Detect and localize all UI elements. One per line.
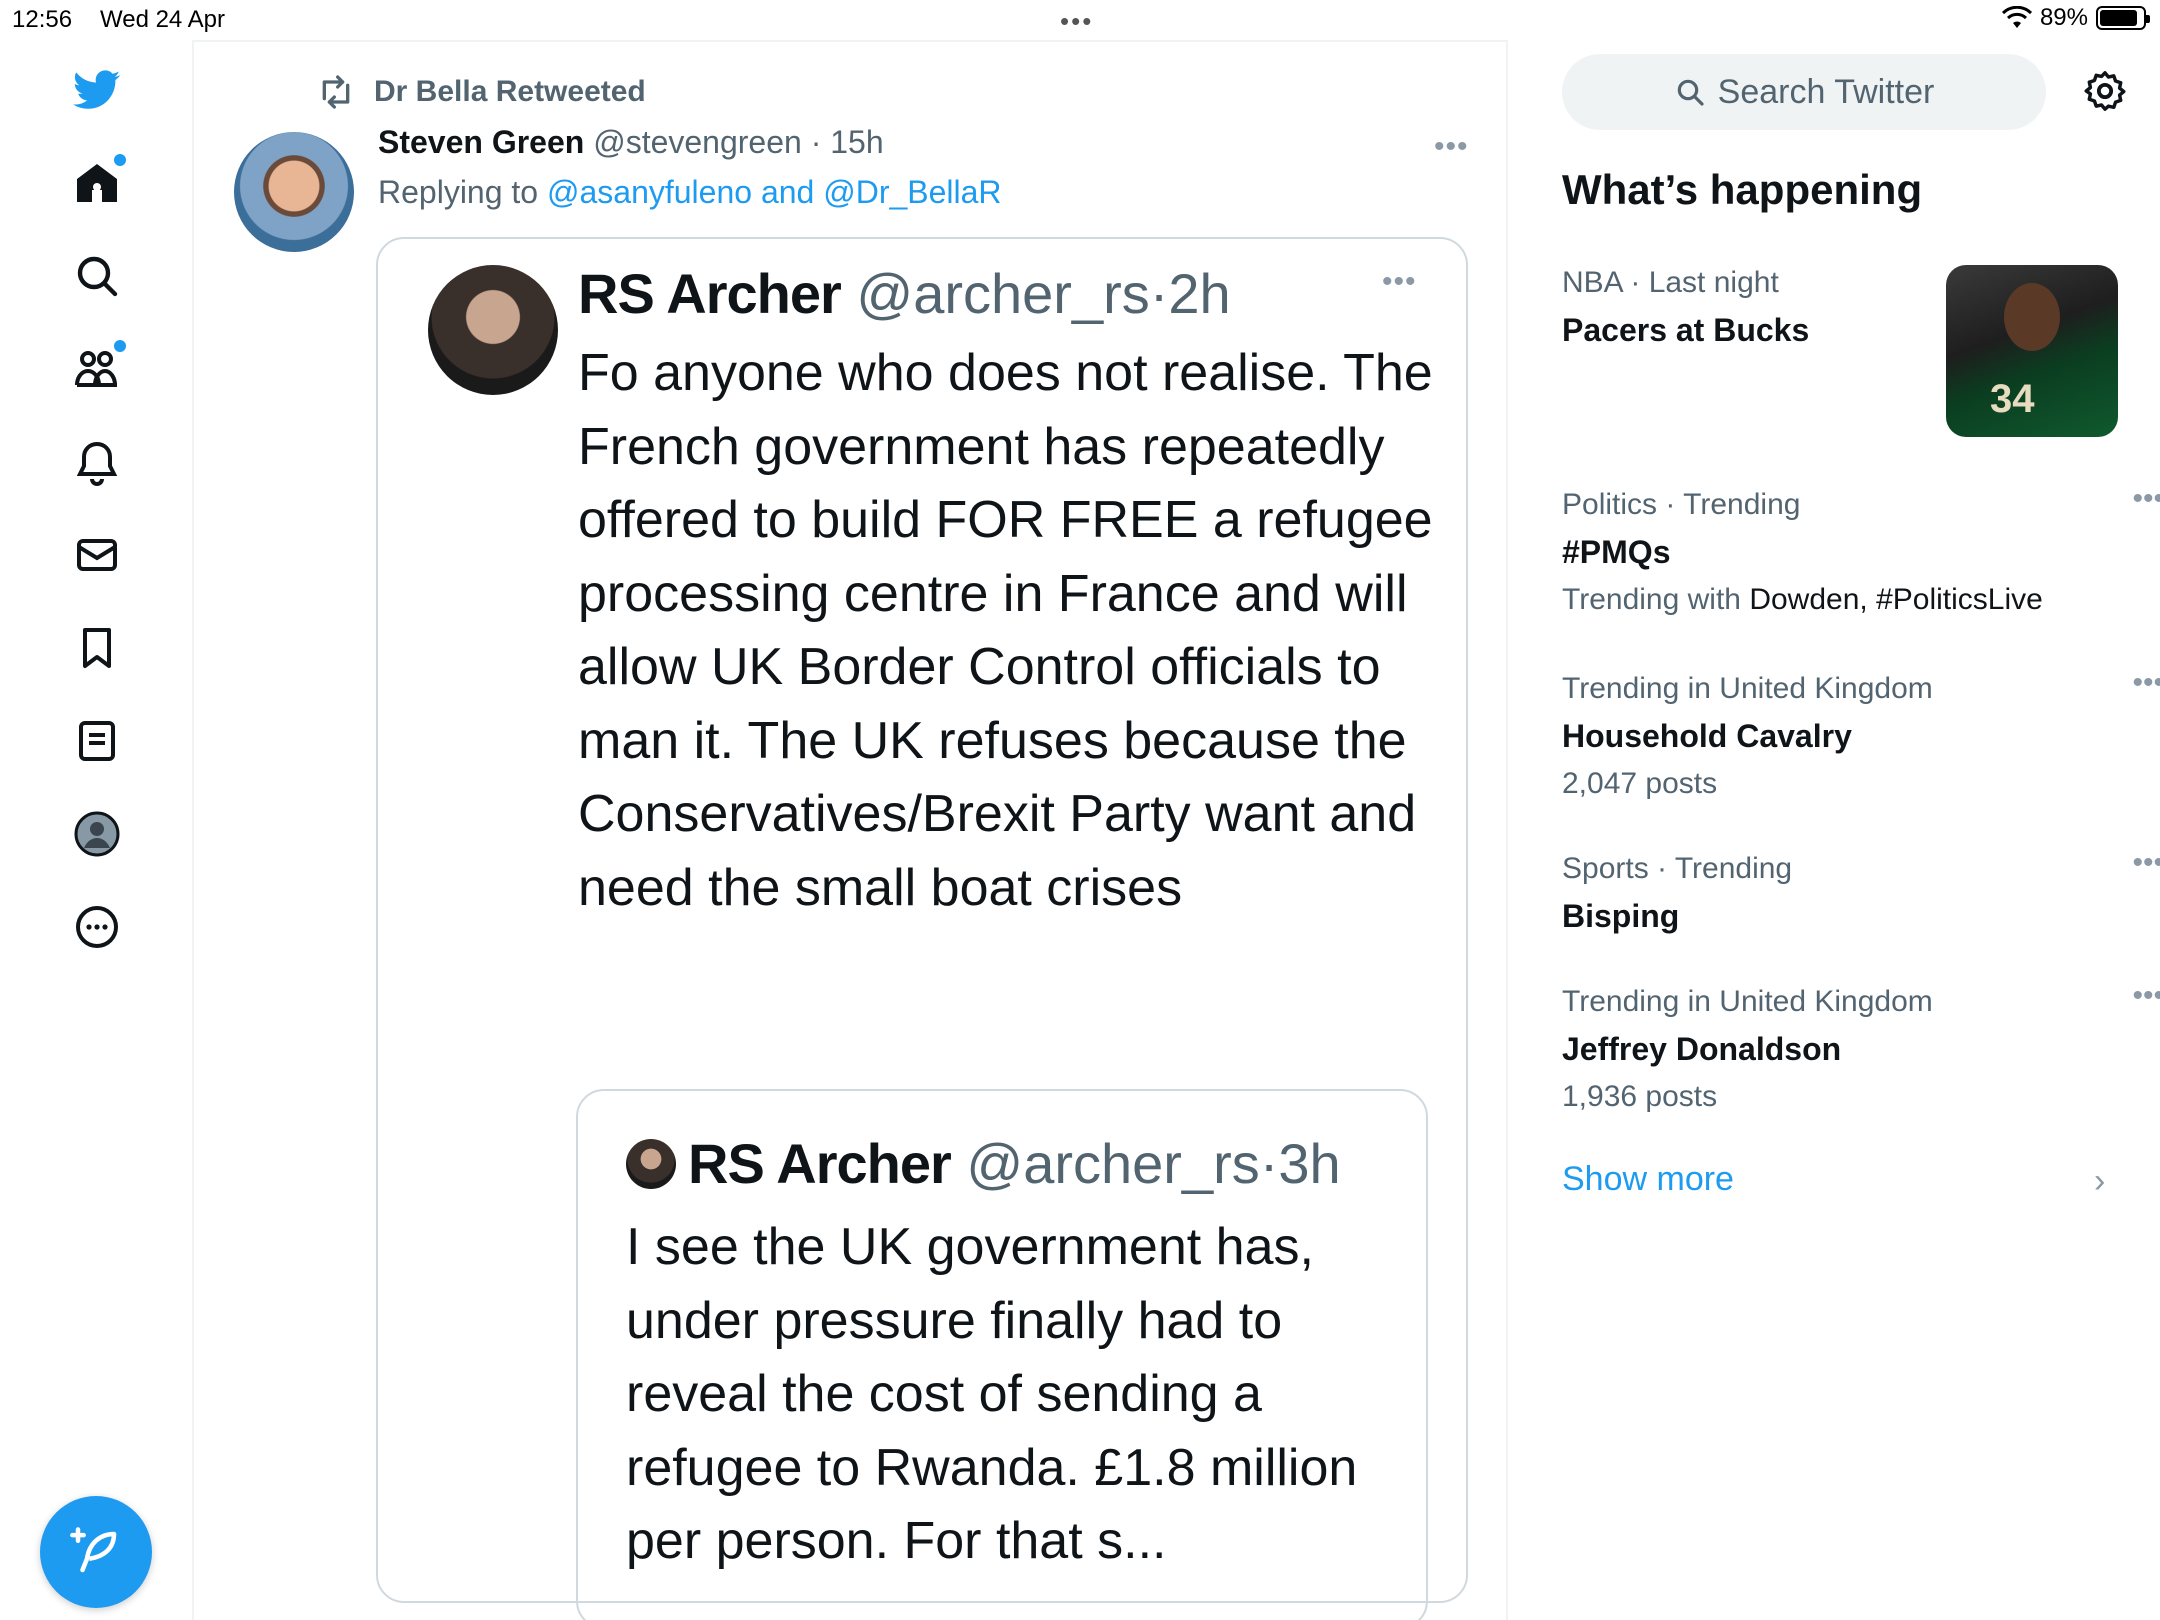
more-circle-icon xyxy=(76,906,118,948)
search-placeholder: Search Twitter xyxy=(1717,72,1935,111)
communities-notification-dot xyxy=(114,340,126,352)
status-date: Wed 24 Apr xyxy=(100,6,225,33)
battery-icon xyxy=(2096,6,2150,30)
timeline-column: Dr Bella Retweeted Steven Green @steveng… xyxy=(194,40,1508,1620)
bell-icon xyxy=(76,441,118,486)
nav-explore[interactable] xyxy=(62,241,132,311)
profile-avatar-icon xyxy=(74,811,120,857)
trend-posts: 2,047 posts xyxy=(1562,767,1718,800)
tweet-more-icon[interactable]: ••• xyxy=(1434,130,1469,164)
quote-time[interactable]: 2h xyxy=(1168,262,1230,325)
nav-lists[interactable] xyxy=(62,706,132,776)
author-avatar[interactable] xyxy=(234,132,354,252)
quote-header: RS Archer @archer_rs·2h xyxy=(578,261,1231,326)
home-icon xyxy=(77,164,117,202)
trend-title: Household Cavalry xyxy=(1562,718,1852,754)
twitter-logo-icon[interactable] xyxy=(62,55,132,125)
show-more-link[interactable]: Show more xyxy=(1562,1160,1734,1199)
gear-icon[interactable] xyxy=(2082,68,2128,114)
trend-category: Trending in United Kingdom xyxy=(1562,672,1933,705)
trend-more-icon[interactable]: ••• xyxy=(2132,482,2160,516)
tweet-time[interactable]: 15h xyxy=(830,124,883,160)
sidebar-nav xyxy=(0,40,194,1620)
jersey-number: 34 xyxy=(1990,377,2035,421)
quote-author-handle[interactable]: @archer_rs xyxy=(856,262,1149,325)
trend-with: Trending with Dowden, #PoliticsLive xyxy=(1562,583,2122,617)
trend-title: Bisping xyxy=(1562,898,1680,934)
trend-title: #PMQs xyxy=(1562,534,1671,570)
retweet-icon xyxy=(322,75,350,109)
nav-messages[interactable] xyxy=(62,520,132,590)
status-bar: 12:56 Wed 24 Apr ••• 89% xyxy=(0,0,2160,40)
trend-category: Politics · Trending xyxy=(1562,488,1801,521)
search-icon xyxy=(77,256,118,297)
trending-with-terms: Dowden, #PoliticsLive xyxy=(1749,583,2043,616)
nav-bookmarks[interactable] xyxy=(62,613,132,683)
tweet-header: Steven Green @stevengreen · 15h xyxy=(378,124,884,161)
trend-posts: 1,936 posts xyxy=(1562,1080,1718,1113)
lists-icon xyxy=(79,721,115,761)
nav-profile[interactable] xyxy=(62,799,132,869)
trend-title: Jeffrey Donaldson xyxy=(1562,1031,1842,1067)
trend-item[interactable]: Trending in United Kingdom Jeffrey Donal… xyxy=(1562,979,2160,1114)
replying-to: Replying to @asanyfuleno and @Dr_BellaR xyxy=(378,174,1002,211)
home-notification-dot xyxy=(114,154,126,166)
nested-text: I see the UK government has, under press… xyxy=(626,1218,1358,1570)
battery-percent: 89% xyxy=(2039,4,2088,31)
search-input[interactable]: Search Twitter xyxy=(1562,54,2046,130)
trend-more-icon[interactable]: ••• xyxy=(2132,846,2160,880)
nested-author-name: RS Archer xyxy=(688,1132,952,1195)
nav-communities[interactable] xyxy=(62,334,132,404)
trend-category: Trending in United Kingdom xyxy=(1562,985,1933,1018)
trend-item[interactable]: Sports · Trending Bisping ••• xyxy=(1562,846,2160,935)
trend-more-icon[interactable]: ••• xyxy=(2132,666,2160,700)
status-time: 12:56 xyxy=(12,6,73,33)
author-handle[interactable]: @stevengreen xyxy=(593,124,802,160)
nested-author-handle: @archer_rs xyxy=(966,1132,1260,1195)
trend-item[interactable]: Trending in United Kingdom Household Cav… xyxy=(1562,666,2160,801)
compose-feather-icon xyxy=(70,1527,117,1573)
search-icon xyxy=(1677,79,1704,106)
author-name[interactable]: Steven Green xyxy=(378,124,584,160)
wifi-icon xyxy=(2001,6,2032,28)
quote-text: Fo anyone who does not realise. The Fren… xyxy=(578,344,1433,917)
nav-more[interactable] xyxy=(62,892,132,962)
trend-thumbnail-image[interactable]: 34 xyxy=(1946,265,2118,437)
whats-happening-title: What’s happening xyxy=(1562,166,1923,213)
nested-time: 3h xyxy=(1278,1132,1341,1195)
quote-author-avatar[interactable] xyxy=(428,265,558,395)
quote-author-name[interactable]: RS Archer xyxy=(578,262,842,325)
separator-dot: · xyxy=(1149,262,1169,325)
envelope-icon xyxy=(77,539,117,571)
nested-author-avatar xyxy=(626,1139,676,1189)
nav-home[interactable] xyxy=(62,148,132,218)
status-right: 89% xyxy=(2001,4,2150,32)
replying-to-users[interactable]: @asanyfuleno and @Dr_BellaR xyxy=(547,174,1002,210)
retweeted-by-label[interactable]: Dr Bella Retweeted xyxy=(374,75,646,109)
replying-to-label: Replying to xyxy=(378,174,539,210)
nested-quoted-tweet-card[interactable]: RS Archer @archer_rs·3h I see the UK gov… xyxy=(576,1089,1428,1620)
trending-with-label: Trending with xyxy=(1562,583,1741,616)
chevron-right-icon[interactable]: › xyxy=(2094,1162,2105,1201)
nav-notifications[interactable] xyxy=(62,427,132,497)
trend-category: Sports · Trending xyxy=(1562,852,1793,885)
separator-dot: · xyxy=(801,124,831,160)
compose-tweet-button[interactable] xyxy=(40,1496,152,1608)
multitasking-dots-icon[interactable]: ••• xyxy=(1060,6,1093,37)
communities-icon xyxy=(75,351,117,387)
nested-header: RS Archer @archer_rs·3h xyxy=(688,1131,1341,1196)
quoted-tweet-card[interactable]: RS Archer @archer_rs·2h ••• Fo anyone wh… xyxy=(376,237,1468,1620)
separator-dot: · xyxy=(1259,1132,1279,1195)
bookmark-icon xyxy=(83,628,111,668)
trend-item[interactable]: Politics · Trending #PMQs Trending with … xyxy=(1562,482,2160,617)
retweet-context: Dr Bella Retweeted xyxy=(316,72,646,112)
trend-more-icon[interactable]: ••• xyxy=(2132,979,2160,1013)
quote-more-icon[interactable]: ••• xyxy=(1382,265,1417,299)
